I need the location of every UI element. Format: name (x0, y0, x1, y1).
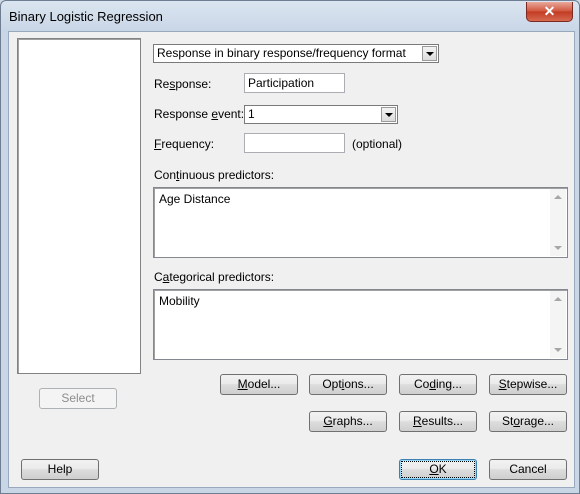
ok-button[interactable]: OK (399, 459, 477, 480)
continuous-predictors-label: Continuous predictors: (154, 168, 275, 182)
dialog-client-area: Select Response in binary response/frequ… (8, 31, 575, 488)
dialog-window: Binary Logistic Regression ✕ Select Resp… (0, 0, 580, 494)
scroll-up-icon[interactable] (554, 297, 562, 301)
frequency-label: Frequency: (154, 137, 215, 151)
response-event-value: 1 (248, 107, 255, 121)
response-event-combo[interactable]: 1 (244, 105, 398, 124)
scroll-up-icon[interactable] (554, 195, 562, 199)
response-event-label: Response event: (154, 107, 245, 121)
close-icon: ✕ (543, 3, 556, 19)
close-button[interactable]: ✕ (526, 2, 573, 22)
model-button[interactable]: Model... (220, 374, 298, 395)
results-button[interactable]: Results... (399, 411, 477, 432)
scroll-down-icon[interactable] (554, 348, 562, 352)
response-format-combo[interactable]: Response in binary response/frequency fo… (153, 44, 439, 63)
help-button[interactable]: Help (21, 459, 99, 480)
window-title: Binary Logistic Regression (9, 9, 163, 24)
frequency-input[interactable] (244, 133, 345, 153)
select-button-label: Select (61, 391, 95, 405)
continuous-predictors-textarea[interactable]: Age Distance (153, 187, 568, 258)
response-value: Participation (248, 76, 315, 90)
cancel-button[interactable]: Cancel (489, 459, 567, 480)
continuous-predictors-scrollbar[interactable] (550, 189, 566, 256)
categorical-predictors-textarea[interactable]: Mobility (153, 289, 568, 360)
categorical-predictors-label: Categorical predictors: (154, 270, 275, 284)
stepwise-button[interactable]: Stepwise... (489, 374, 567, 395)
continuous-predictors-value: Age Distance (159, 192, 231, 206)
chevron-down-icon[interactable] (381, 107, 396, 122)
options-button[interactable]: Options... (309, 374, 387, 395)
response-format-value: Response in binary response/frequency fo… (157, 46, 406, 60)
response-label: Response: (154, 77, 212, 91)
chevron-down-icon[interactable] (422, 46, 437, 61)
variable-list[interactable] (17, 38, 141, 374)
frequency-optional-note: (optional) (352, 137, 403, 151)
cancel-button-label: Cancel (509, 462, 547, 476)
categorical-predictors-value: Mobility (159, 294, 200, 308)
categorical-predictors-scrollbar[interactable] (550, 291, 566, 358)
title-bar: Binary Logistic Regression ✕ (1, 1, 579, 31)
graphs-button[interactable]: Graphs... (309, 411, 387, 432)
select-button[interactable]: Select (39, 388, 117, 409)
help-button-label: Help (47, 462, 73, 476)
storage-button[interactable]: Storage... (489, 411, 567, 432)
coding-button[interactable]: Coding... (399, 374, 477, 395)
scroll-down-icon[interactable] (554, 246, 562, 250)
response-input[interactable]: Participation (244, 73, 345, 93)
